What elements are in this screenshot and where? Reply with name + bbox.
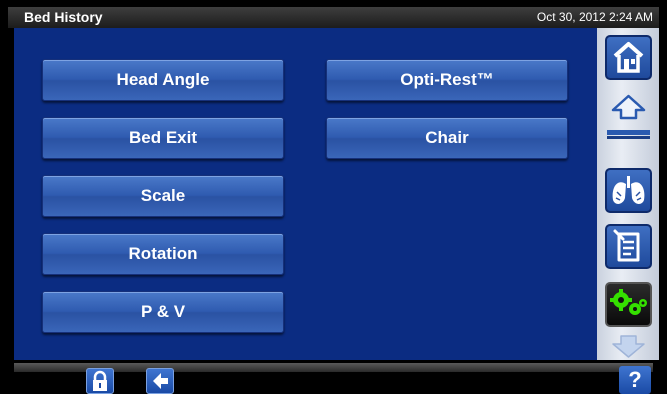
bed-exit-button[interactable]: Bed Exit	[42, 117, 284, 159]
scale-button[interactable]: Scale	[42, 175, 284, 217]
scroll-down-icon	[612, 335, 645, 358]
rotation-button[interactable]: Rotation	[42, 233, 284, 275]
title-bar: Bed History Oct 30, 2012 2:24 AM	[8, 7, 659, 28]
scroll-up-button[interactable]	[603, 90, 654, 154]
p-and-v-button[interactable]: P & V	[42, 291, 284, 333]
opti-rest-button[interactable]: Opti-Rest™	[326, 59, 568, 101]
page-title: Bed History	[24, 9, 103, 25]
lungs-icon	[612, 176, 645, 204]
main-panel: Head Angle Bed Exit Scale Rotation P & V…	[14, 28, 597, 360]
lock-icon	[93, 370, 107, 391]
settings-button[interactable]	[605, 282, 652, 327]
scroll-up-icon	[607, 94, 650, 139]
home-icon	[613, 42, 644, 73]
lock-button[interactable]	[86, 368, 114, 394]
bottom-bar: ?	[8, 360, 659, 394]
home-button[interactable]	[605, 35, 652, 80]
lungs-button[interactable]	[605, 168, 652, 213]
back-button[interactable]	[146, 368, 174, 394]
charting-button[interactable]	[605, 224, 652, 269]
head-angle-button[interactable]: Head Angle	[42, 59, 284, 101]
back-arrow-icon	[153, 373, 168, 389]
date-time: Oct 30, 2012 2:24 AM	[536, 10, 653, 24]
sidebar	[597, 28, 659, 360]
gears-icon	[610, 289, 647, 315]
scroll-down-button[interactable]	[603, 333, 654, 360]
help-button[interactable]: ?	[619, 366, 651, 394]
clipboard-icon	[613, 229, 640, 262]
chair-button[interactable]: Chair	[326, 117, 568, 159]
